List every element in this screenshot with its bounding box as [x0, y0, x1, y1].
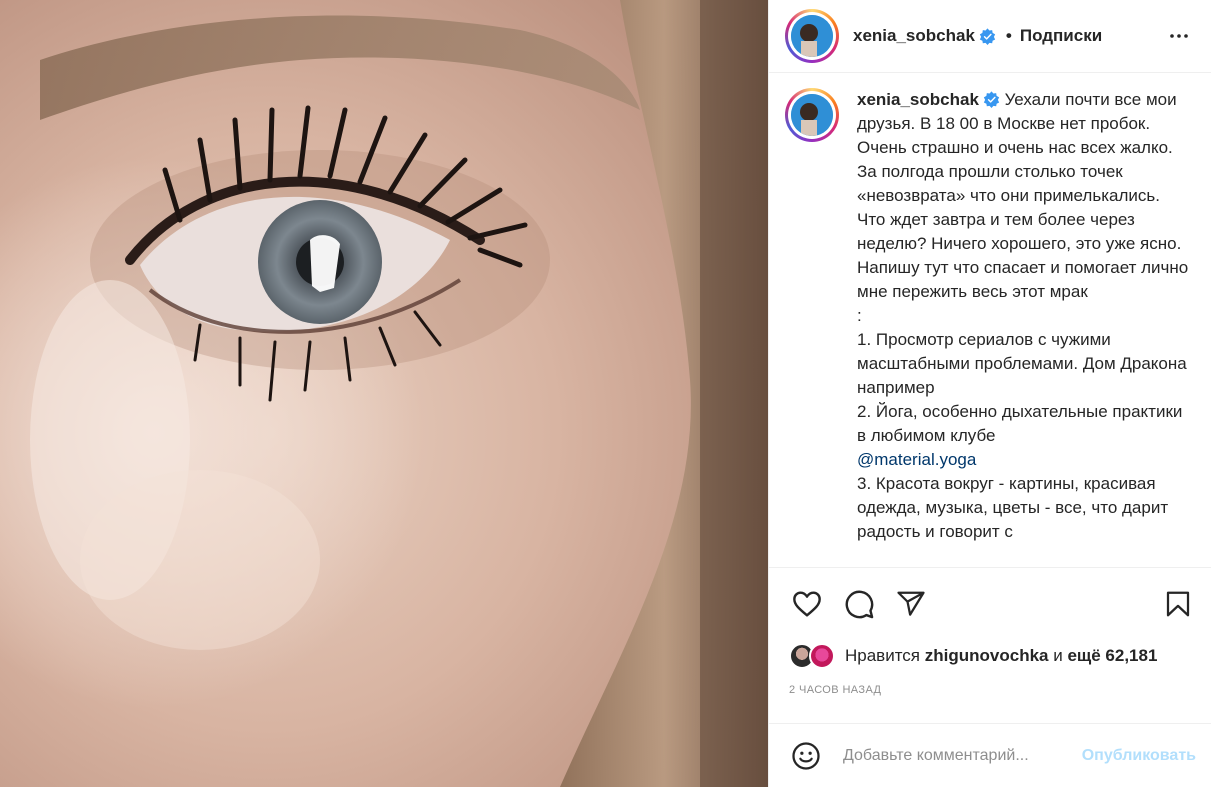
likes-text: Нравится zhigunovochka и ещё 62,181 — [845, 646, 1157, 666]
post-sidebar: xenia_sobchak • Подписки xenia_sobchak У… — [768, 0, 1211, 787]
following-button[interactable]: Подписки — [1020, 26, 1102, 46]
heart-icon[interactable] — [787, 584, 827, 624]
post-header: xenia_sobchak • Подписки — [769, 0, 1211, 73]
emoji-icon[interactable] — [789, 739, 823, 773]
likes-prefix: Нравится — [845, 646, 925, 665]
author-avatar[interactable] — [785, 9, 839, 63]
eye-closeup-image — [0, 0, 768, 787]
avatar-inner — [788, 12, 836, 60]
post-actions — [769, 567, 1211, 639]
liker-username[interactable]: zhigunovochka — [925, 646, 1049, 665]
bookmark-icon[interactable] — [1158, 584, 1198, 624]
verified-badge-icon — [979, 27, 996, 45]
liker-avatars — [789, 642, 839, 670]
avatar-image — [791, 15, 833, 57]
verified-badge-icon — [983, 91, 1000, 108]
likes-middle: и — [1048, 646, 1068, 665]
comment-form: Опубликовать — [769, 723, 1211, 787]
caption-text: xenia_sobchak Уехали почти все мои друзь… — [857, 88, 1189, 566]
avatar-image — [791, 94, 833, 136]
caption-area: xenia_sobchak Уехали почти все мои друзь… — [769, 74, 1211, 566]
author-username[interactable]: xenia_sobchak — [853, 26, 975, 46]
caption-author-avatar[interactable] — [785, 88, 839, 142]
liker-avatar[interactable] — [809, 643, 835, 669]
avatar-inner — [788, 91, 836, 139]
caption-username[interactable]: xenia_sobchak — [857, 90, 979, 109]
paper-plane-icon[interactable] — [891, 584, 931, 624]
caption-body-2: 3. Красота вокруг - картины, красивая од… — [857, 474, 1169, 541]
post-photo[interactable] — [0, 0, 768, 787]
caption-mention-link[interactable]: @material.yoga — [857, 450, 976, 469]
more-options-icon[interactable] — [1163, 20, 1195, 52]
likes-summary: Нравится zhigunovochka и ещё 62,181 — [789, 640, 1157, 672]
header-separator: • — [1005, 26, 1012, 45]
comment-input[interactable] — [843, 746, 1063, 765]
comment-icon[interactable] — [839, 584, 879, 624]
likes-count-link[interactable]: ещё 62,181 — [1067, 646, 1157, 665]
caption-body-1: Уехали почти все мои друзья. В 18 00 в М… — [857, 90, 1189, 445]
post-timestamp[interactable]: 2 часов назад — [789, 684, 881, 696]
publish-button[interactable]: Опубликовать — [1082, 747, 1196, 765]
